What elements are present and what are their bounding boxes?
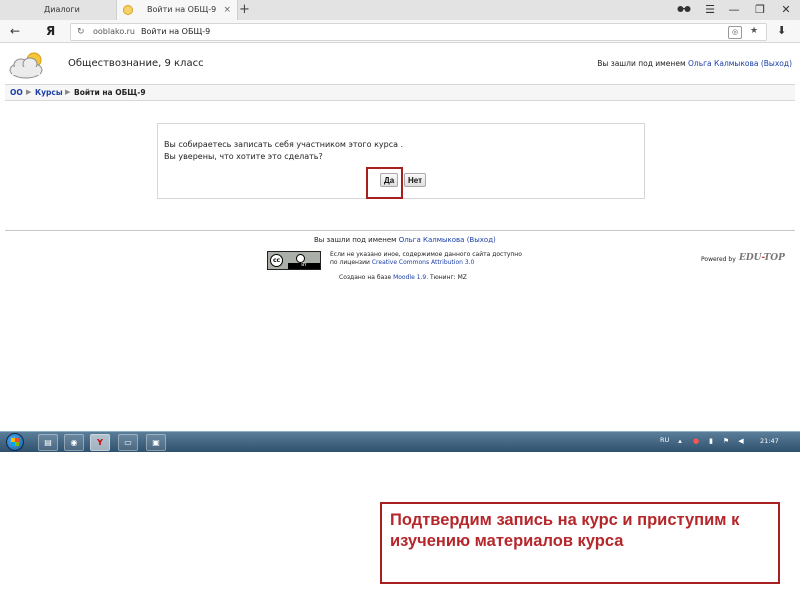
cc-by-label: BY <box>288 263 320 269</box>
created-suffix: Тюнинг: MZ <box>430 274 467 281</box>
created-with-notice: Создано на базе Moodle 1.9. Тюнинг: MZ <box>339 274 467 281</box>
menu-icon[interactable]: ☰ <box>702 2 718 18</box>
browser-address-bar: ← Я ↻ ooblako.ru Войти на ОБЩ-9 ◎ ★ ⬇ <box>0 20 800 43</box>
caption-text: Подтвердим запись на курс и приступим к … <box>390 511 740 550</box>
tray-antivirus-icon[interactable]: ● <box>692 437 700 445</box>
tray-volume-icon[interactable]: ◀ <box>737 437 745 445</box>
explorer-taskbar-icon[interactable]: ▤ <box>38 434 58 451</box>
logo-part-edu: EDU <box>739 253 762 263</box>
start-button[interactable] <box>6 433 24 451</box>
url-field[interactable]: ↻ ooblako.ru Войти на ОБЩ-9 ◎ ★ <box>70 23 767 41</box>
logout-link[interactable]: (Выход) <box>761 59 792 68</box>
taskbar-clock[interactable]: 21:47 <box>760 437 779 445</box>
tray-network-icon[interactable]: ▮ <box>707 437 715 445</box>
slide-caption: Подтвердим запись на курс и приступим к … <box>380 502 780 584</box>
yandex-logo-icon[interactable]: Я <box>46 22 55 40</box>
tab-current[interactable]: Войти на ОБЩ-9 × <box>116 0 238 20</box>
course-title: Обществознание, 9 класс <box>68 58 204 69</box>
bookmark-star-icon[interactable]: ★ <box>748 26 760 37</box>
yes-button-highlight-frame <box>366 167 403 199</box>
url-page-title: Войти на ОБЩ-9 <box>141 27 211 36</box>
confirmation-question: Вы уверены, что хотите это сделать? <box>164 152 323 161</box>
cloud-favicon-icon <box>123 5 133 15</box>
close-window-icon[interactable]: ✕ <box>778 2 794 18</box>
glasses-icon[interactable] <box>676 2 692 18</box>
new-tab-icon[interactable]: + <box>239 1 250 19</box>
footer-login-info: Вы зашли под именем Ольга Калмыкова (Вых… <box>314 236 496 244</box>
creative-commons-badge-icon[interactable]: cc BY <box>267 251 321 270</box>
divider <box>5 230 795 231</box>
windows-logo-icon <box>11 438 19 446</box>
tab-label: Диалоги <box>44 5 80 14</box>
login-info: Вы зашли под именем Ольга Калмыкова (Вых… <box>597 59 792 68</box>
cloud-logo-icon[interactable] <box>8 50 48 80</box>
windows-taskbar: ▤ ◉ Y ▭ ▣ RU ▴ ● ▮ ⚑ ◀ 21:47 <box>0 431 800 452</box>
minimize-icon[interactable]: — <box>726 2 742 18</box>
back-arrow-icon[interactable]: ← <box>10 22 20 40</box>
license-notice: Если не указано иное, содержимое данного… <box>330 251 530 267</box>
chrome-taskbar-icon[interactable]: ◉ <box>64 434 84 451</box>
breadcrumb: ОО ▶ Курсы ▶ Войти на ОБЩ-9 <box>5 84 795 101</box>
edu-top-logo[interactable]: EDU-TOP <box>739 253 785 263</box>
moodle-link[interactable]: Moodle 1.9. <box>393 274 428 281</box>
cc-logo-icon: cc <box>270 254 283 267</box>
yandex-browser-taskbar-icon[interactable]: Y <box>90 434 110 451</box>
user-name-link[interactable]: Ольга Калмыкова <box>688 59 758 68</box>
browser-tab-bar: Диалоги Войти на ОБЩ-9 × + ☰ — ❐ ✕ <box>0 0 800 21</box>
created-prefix: Создано на базе <box>339 274 392 281</box>
reload-icon[interactable]: ↻ <box>77 24 85 40</box>
tab-label: Войти на ОБЩ-9 <box>147 5 217 14</box>
powered-by-label: Powered by <box>701 256 736 263</box>
footer-user-name-link[interactable]: Ольга Калмыкова <box>399 236 465 244</box>
url-domain: ooblako.ru <box>93 27 135 36</box>
maximize-icon[interactable]: ❐ <box>752 2 768 18</box>
no-button[interactable]: Нет <box>404 173 427 187</box>
breadcrumb-separator-icon: ▶ <box>26 88 32 96</box>
pdf-taskbar-icon[interactable]: ▣ <box>146 434 166 451</box>
license-link[interactable]: Creative Commons Attribution 3.0 <box>372 259 475 266</box>
extension-icon[interactable]: ◎ <box>728 26 742 39</box>
breadcrumb-courses-link[interactable]: Курсы <box>35 85 63 100</box>
logo-part-top: TOP <box>763 253 785 263</box>
language-indicator[interactable]: RU <box>660 436 669 444</box>
breadcrumb-home-link[interactable]: ОО <box>10 85 23 100</box>
tray-arrow-icon[interactable]: ▴ <box>676 437 684 445</box>
tab-dialogs[interactable]: Диалоги <box>0 0 116 20</box>
login-prefix: Вы зашли под именем <box>597 59 686 68</box>
footer-logout-link[interactable]: (Выход) <box>467 236 496 244</box>
breadcrumb-current: Войти на ОБЩ-9 <box>74 88 146 97</box>
attribution-person-icon <box>296 254 305 263</box>
footer-login-prefix: Вы зашли под именем <box>314 236 397 244</box>
folder-taskbar-icon[interactable]: ▭ <box>118 434 138 451</box>
close-tab-icon[interactable]: × <box>223 0 231 20</box>
breadcrumb-separator-icon: ▶ <box>65 88 71 96</box>
tray-flag-icon[interactable]: ⚑ <box>722 437 730 445</box>
confirmation-message: Вы собираетесь записать себя участником … <box>164 140 404 149</box>
download-icon[interactable]: ⬇ <box>777 23 786 39</box>
